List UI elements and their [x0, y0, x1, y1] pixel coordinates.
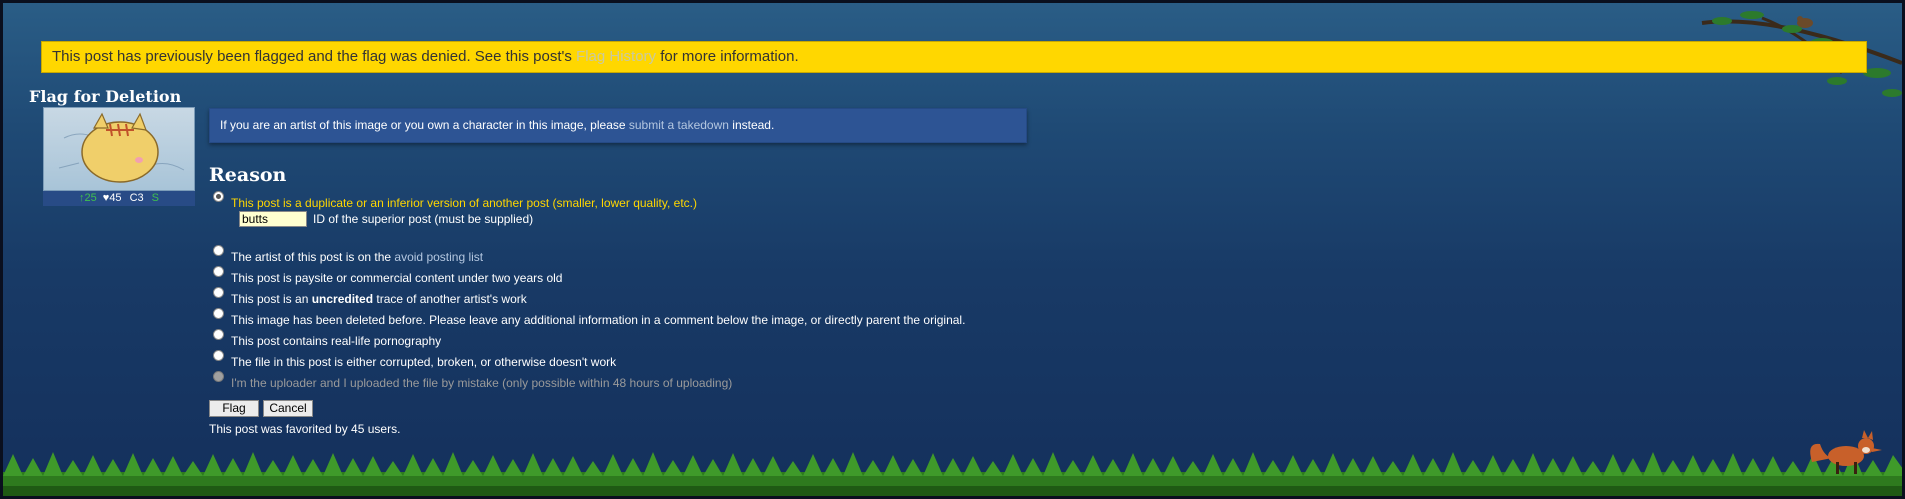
reason-radio-avoid-posting[interactable]: [213, 245, 224, 256]
reason-label-previously-deleted: This image has been deleted before. Plea…: [231, 313, 966, 327]
reason-heading: Reason: [209, 164, 287, 186]
fox-decoration: [1810, 430, 1882, 474]
reason-avoid-text: The artist of this post is on the: [231, 250, 395, 264]
reason-corrupt[interactable]: The file in this post is either corrupte…: [213, 350, 617, 369]
reason-trace-bold: uncredited: [311, 292, 374, 306]
info-text-before: If you are an artist of this image or yo…: [220, 118, 629, 132]
cancel-button[interactable]: Cancel: [263, 400, 313, 417]
flag-history-link[interactable]: Flag History: [576, 48, 656, 65]
grass-decoration: [3, 452, 1902, 496]
notice-text-after: for more information.: [656, 48, 799, 65]
reason-radio-real-porn[interactable]: [213, 329, 224, 340]
reason-trace-before: This post is an: [231, 292, 312, 306]
reason-label-paysite: This post is paysite or commercial conte…: [231, 271, 563, 285]
superior-post-label: ID of the superior post (must be supplie…: [313, 212, 534, 226]
thumbnail-image: [58, 112, 185, 183]
reason-radio-paysite[interactable]: [213, 266, 224, 277]
comments-count: C3: [129, 192, 144, 204]
notice-text-before: This post has previously been flagged an…: [52, 48, 577, 65]
reason-radio-corrupt[interactable]: [213, 350, 224, 361]
reason-label-real-porn: This post contains real-life pornography: [231, 334, 442, 348]
reason-label-duplicate: This post is a duplicate or an inferior …: [231, 196, 697, 210]
bird-icon: [1797, 16, 1813, 28]
page-title: Flag for Deletion: [29, 87, 182, 106]
post-thumbnail[interactable]: [43, 107, 195, 191]
rating-badge: S: [151, 192, 159, 204]
reason-label-uploader-mistake: I'm the uploader and I uploaded the file…: [231, 376, 733, 390]
reason-trace-after: trace of another artist's work: [373, 292, 527, 306]
reason-label-trace: This post is an uncredited trace of anot…: [231, 292, 527, 306]
reason-duplicate[interactable]: This post is a duplicate or an inferior …: [213, 191, 697, 210]
avoid-posting-list-link[interactable]: avoid posting list: [394, 250, 483, 264]
reason-real-porn[interactable]: This post contains real-life pornography: [213, 329, 442, 348]
reason-avoid-posting[interactable]: The artist of this post is on the avoid …: [213, 245, 483, 264]
reason-trace[interactable]: This post is an uncredited trace of anot…: [213, 287, 527, 306]
superior-post-row: ID of the superior post (must be supplie…: [239, 211, 533, 227]
reason-label-corrupt: The file in this post is either corrupte…: [231, 355, 617, 369]
reason-radio-duplicate[interactable]: [213, 191, 224, 202]
reason-uploader-mistake: I'm the uploader and I uploaded the file…: [213, 371, 733, 390]
reason-radio-previously-deleted[interactable]: [213, 308, 224, 319]
flag-button[interactable]: Flag: [209, 400, 259, 417]
score-value: ↑25: [79, 192, 97, 204]
thumbnail-stats: ↑25 ♥45 C3 S: [43, 191, 195, 206]
page-background: This post has previously been flagged an…: [0, 0, 1905, 499]
info-text-after: instead.: [728, 118, 775, 132]
flag-history-notice: This post has previously been flagged an…: [41, 41, 1867, 73]
reason-radio-trace[interactable]: [213, 287, 224, 298]
favorited-count-text: This post was favorited by 45 users.: [209, 422, 401, 436]
superior-post-id-input[interactable]: [239, 211, 307, 227]
takedown-info-box: If you are an artist of this image or yo…: [209, 108, 1027, 143]
reason-radio-uploader-mistake: [213, 371, 224, 382]
reason-paysite[interactable]: This post is paysite or commercial conte…: [213, 266, 563, 285]
favorites-count: ♥45: [102, 192, 122, 204]
reason-previously-deleted[interactable]: This image has been deleted before. Plea…: [213, 308, 966, 327]
reason-label-avoid-posting: The artist of this post is on the avoid …: [231, 250, 483, 264]
submit-takedown-link[interactable]: submit a takedown: [629, 118, 729, 132]
